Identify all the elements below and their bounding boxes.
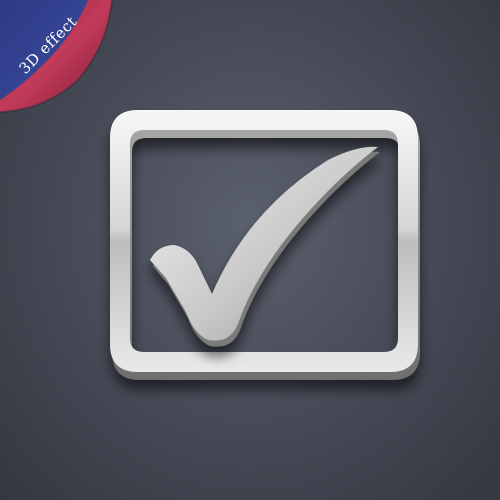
checkbox-checked-icon (110, 110, 420, 380)
checkmark (150, 146, 380, 347)
icon-canvas: 3D effect (0, 0, 500, 500)
